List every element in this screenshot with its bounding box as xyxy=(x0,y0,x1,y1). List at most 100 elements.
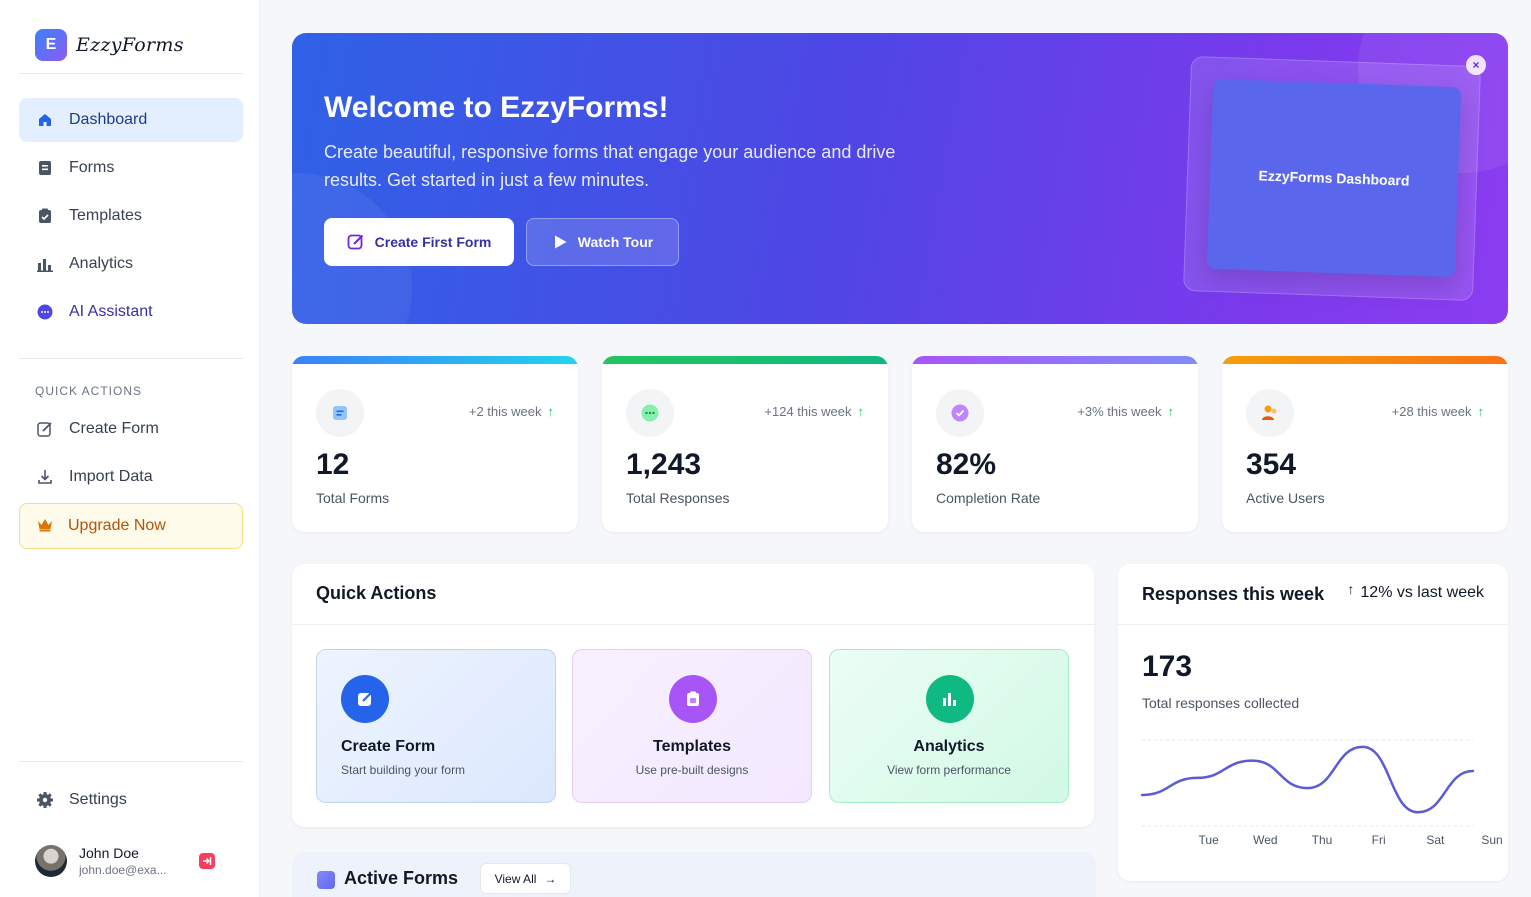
sidebar-item-label: Analytics xyxy=(69,255,134,272)
sidebar-item-label: Dashboard xyxy=(69,111,148,128)
active-forms-section: Active Forms View All → xyxy=(292,852,1096,897)
chart-tick-label-thu: Thu xyxy=(1312,833,1333,847)
watch-tour-button[interactable]: Watch Tour xyxy=(526,218,679,266)
stat-trend: +124 this week ↑ xyxy=(764,404,864,419)
stat-trend: +2 this week ↑ xyxy=(469,404,554,419)
home-icon xyxy=(35,110,55,130)
stat-card-active-users: +28 this week ↑ 354 Active Users xyxy=(1222,356,1508,532)
quick-action-subtitle: Start building your form xyxy=(341,763,466,777)
chat-icon xyxy=(626,389,674,437)
sidebar-item-settings[interactable]: Settings xyxy=(19,778,243,822)
watch-tour-label: Watch Tour xyxy=(577,234,654,250)
stat-accent-bar xyxy=(912,356,1198,364)
sidebar-item-label: Settings xyxy=(69,791,127,808)
stat-accent-bar xyxy=(602,356,888,364)
quick-action-title: Templates xyxy=(653,738,731,755)
bar-chart-icon xyxy=(35,254,55,274)
view-all-button[interactable]: View All → xyxy=(480,863,571,894)
stat-card-total-forms: +2 this week ↑ 12 Total Forms xyxy=(292,356,578,532)
sidebar-item-label: Create Form xyxy=(69,420,159,437)
stat-card-total-responses: +124 this week ↑ 1,243 Total Responses xyxy=(602,356,888,532)
stat-label: Active Users xyxy=(1246,490,1325,506)
sidebar-divider xyxy=(19,761,243,762)
sidebar-divider xyxy=(19,358,243,359)
arrow-up-icon: ↑ xyxy=(547,404,555,419)
stat-trend-text: +28 this week xyxy=(1391,404,1472,419)
stat-card-completion-rate: +3% this week ↑ 82% Completion Rate xyxy=(912,356,1198,532)
quick-action-templates[interactable]: Templates Use pre-built designs xyxy=(572,649,812,803)
stat-value: 82% xyxy=(936,448,997,481)
chart-tick-label-sun: Sun xyxy=(1481,833,1502,847)
create-first-form-label: Create First Form xyxy=(374,234,492,250)
clipboard-icon xyxy=(35,206,55,226)
chart-point-mon xyxy=(1140,793,1144,797)
responses-card: Responses this week ↑ 12% vs last week 1… xyxy=(1118,564,1508,881)
quick-action-title: Analytics xyxy=(913,738,985,755)
sidebar-item-templates[interactable]: Templates xyxy=(19,194,243,238)
create-first-form-button[interactable]: Create First Form xyxy=(324,218,514,266)
sidebar-item-label: Import Data xyxy=(69,468,153,485)
stat-value: 1,243 xyxy=(626,448,702,481)
upgrade-button[interactable]: Upgrade Now xyxy=(19,503,243,549)
brand-logo: E xyxy=(35,29,67,61)
document-icon xyxy=(35,158,55,178)
quick-action-title: Create Form xyxy=(341,738,436,755)
sidebar-item-dashboard[interactable]: Dashboard xyxy=(19,98,243,142)
chart-point-sat xyxy=(1416,811,1420,814)
stat-label: Total Responses xyxy=(626,490,730,506)
sidebar-item-ai-assistant[interactable]: AI Assistant xyxy=(19,290,243,334)
quick-action-subtitle: Use pre-built designs xyxy=(635,763,749,777)
quick-actions-panel: Quick Actions Create Form Start building… xyxy=(292,564,1094,827)
stat-trend-text: +124 this week xyxy=(764,404,852,419)
quick-action-subtitle: View form performance xyxy=(887,763,1011,777)
hero-subtitle: Create beautiful, responsive forms that … xyxy=(324,142,896,190)
user-profile[interactable]: John Doe john.doe@exa... xyxy=(35,845,174,877)
sidebar-item-import-data[interactable]: Import Data xyxy=(19,455,243,499)
chart-point-fri xyxy=(1361,745,1364,749)
arrow-up-icon: ↑ xyxy=(857,404,865,419)
stat-value: 12 xyxy=(316,448,350,481)
view-all-label: View All xyxy=(494,871,537,886)
stat-label: Completion Rate xyxy=(936,490,1041,506)
bar-chart-icon xyxy=(926,675,974,723)
sidebar-item-analytics[interactable]: Analytics xyxy=(19,242,243,286)
chart-series-line xyxy=(1141,745,1474,814)
stat-accent-bar xyxy=(292,356,578,364)
brand[interactable]: E EzzyForms xyxy=(35,29,184,61)
stat-trend-text: +3% this week xyxy=(1077,404,1162,419)
panel-divider xyxy=(292,624,1094,625)
sidebar-item-label: Forms xyxy=(69,159,115,176)
sidebar-item-label: Templates xyxy=(69,207,142,224)
chart-point-wed xyxy=(1251,759,1254,762)
stat-trend: +3% this week ↑ xyxy=(1077,404,1174,419)
chart-point-thu xyxy=(1306,786,1309,790)
stat-accent-bar xyxy=(1222,356,1508,364)
quick-action-create-form[interactable]: Create Form Start building your form xyxy=(316,649,556,803)
sidebar: E EzzyForms Dashboard Forms Templates An… xyxy=(0,0,260,897)
sidebar-item-create-form[interactable]: Create Form xyxy=(19,407,243,451)
user-name: John Doe xyxy=(79,845,139,861)
check-circle-icon xyxy=(936,389,984,437)
sidebar-item-label: AI Assistant xyxy=(69,303,153,320)
edit-icon xyxy=(347,234,363,250)
quick-actions-title: Quick Actions xyxy=(316,583,437,603)
chart-tick-label-tue: Tue xyxy=(1199,833,1220,847)
stat-value: 354 xyxy=(1246,448,1297,481)
play-icon xyxy=(554,235,567,249)
welcome-banner: Welcome to EzzyForms! Create beautiful, … xyxy=(292,33,1508,324)
quick-action-analytics[interactable]: Analytics View form performance xyxy=(829,649,1069,803)
logout-icon[interactable] xyxy=(199,853,215,869)
quick-actions-label: QUICK ACTIONS xyxy=(35,384,143,398)
chart-point-sun xyxy=(1471,769,1475,773)
chart-tick-label-fri: Fri xyxy=(1372,833,1386,847)
form-icon xyxy=(316,389,364,437)
active-forms-title: Active Forms xyxy=(344,868,459,888)
users-icon xyxy=(1246,389,1294,437)
clipboard-icon xyxy=(669,675,717,723)
crown-icon xyxy=(36,516,54,537)
stat-trend-text: +2 this week xyxy=(468,404,542,419)
close-icon[interactable]: × xyxy=(1466,55,1486,75)
brand-name: EzzyForms xyxy=(76,34,184,56)
chart-point-tue xyxy=(1195,776,1199,780)
sidebar-item-forms[interactable]: Forms xyxy=(19,146,243,190)
